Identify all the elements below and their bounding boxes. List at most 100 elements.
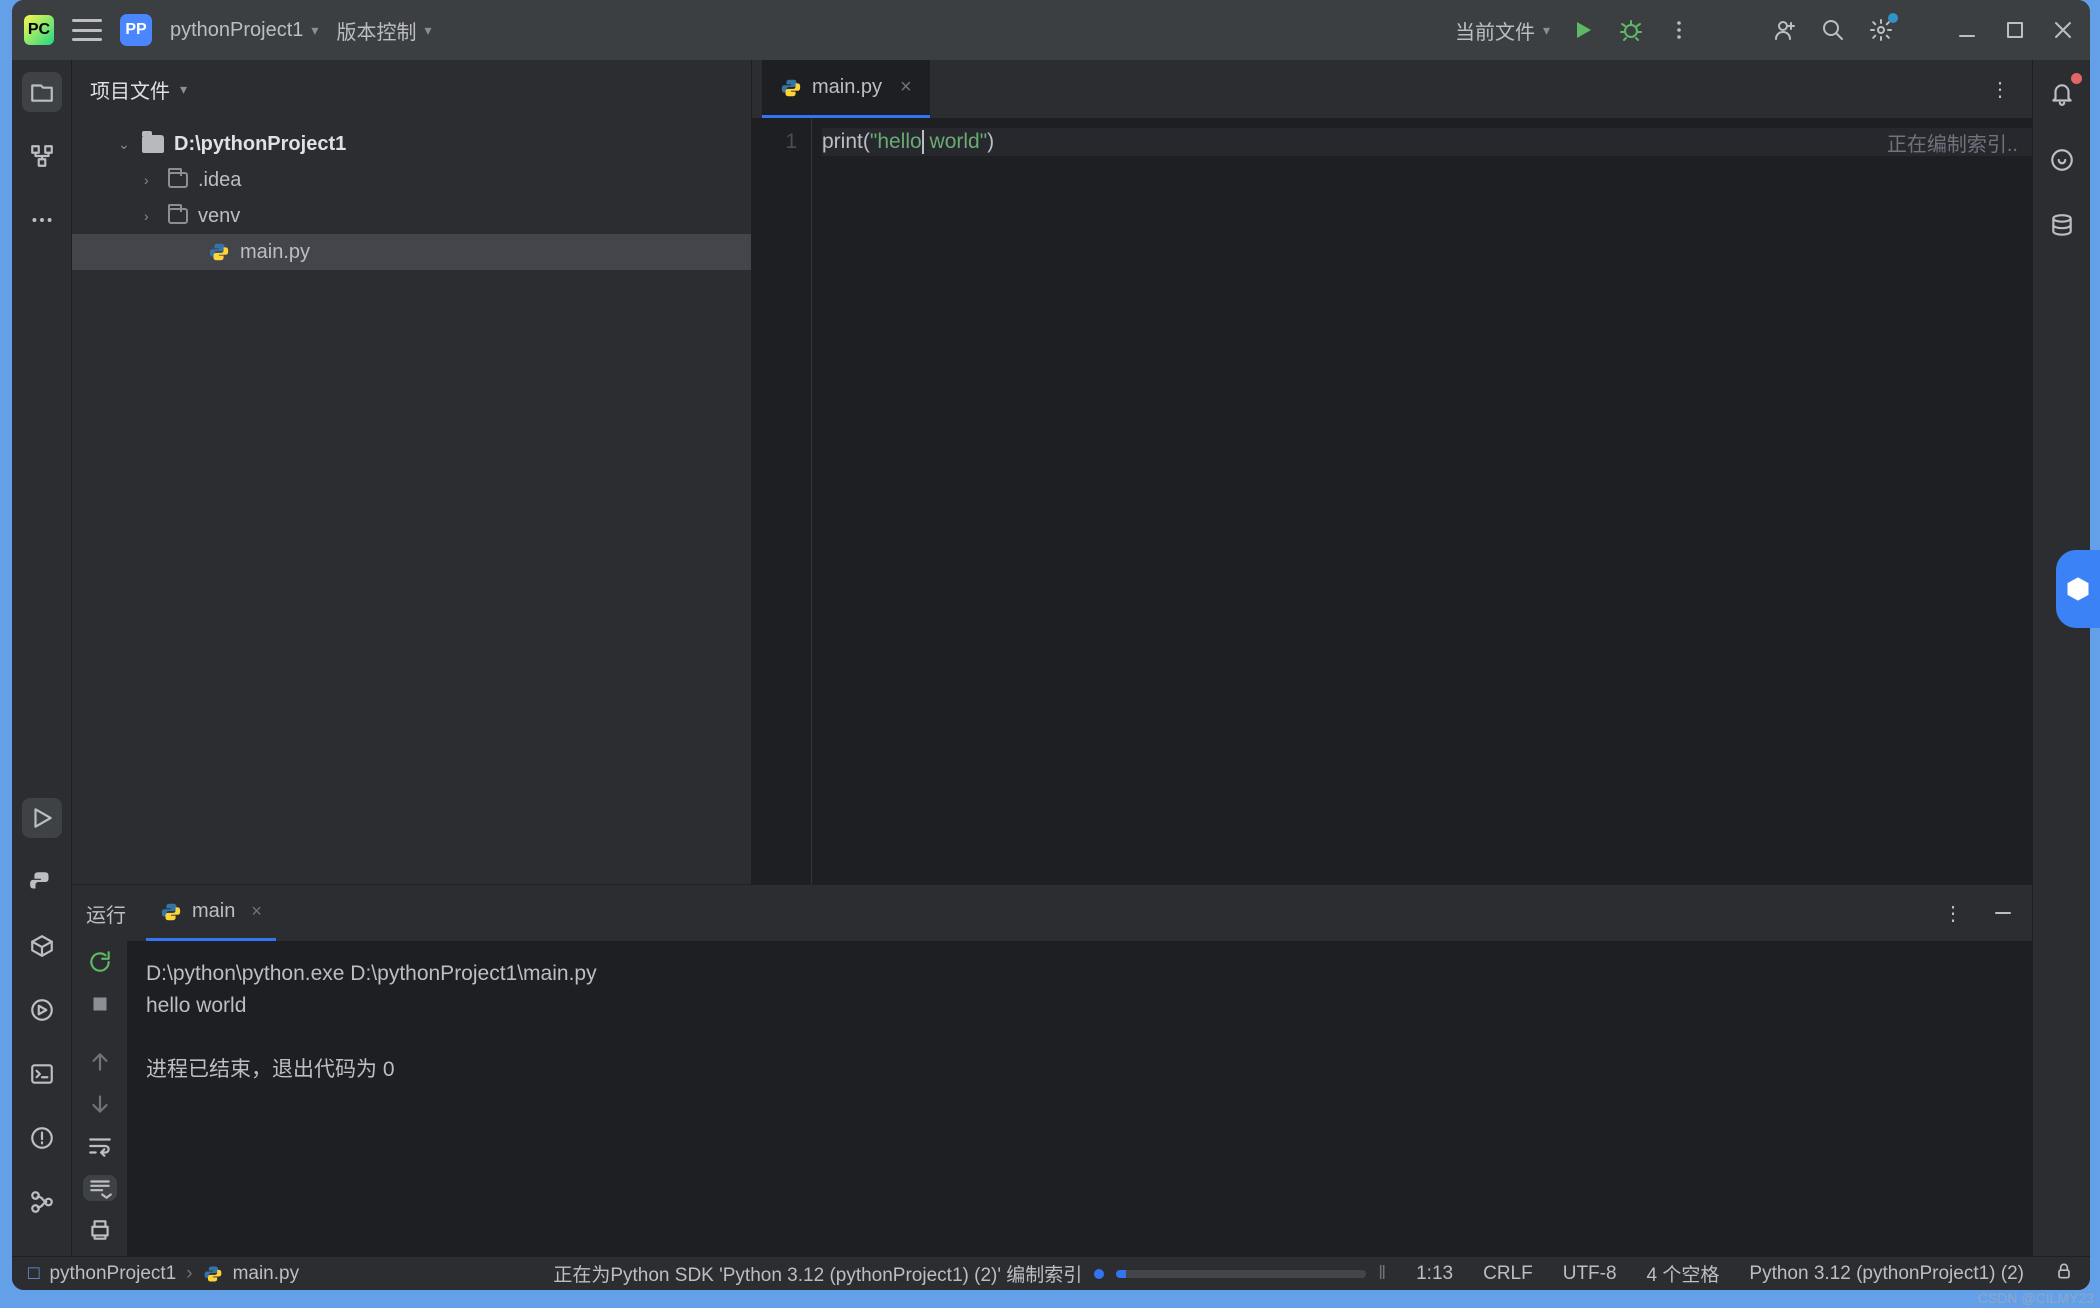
breadcrumb[interactable]: □ pythonProject1 › main.py <box>28 1263 299 1285</box>
soft-wrap-button[interactable] <box>83 1133 117 1159</box>
stop-button[interactable] <box>83 991 117 1017</box>
folder-icon <box>142 135 164 153</box>
chevron-right-icon: › <box>144 172 158 188</box>
token-string: world" <box>924 130 987 153</box>
run-instance-tab[interactable]: main × <box>146 885 276 941</box>
print-button[interactable] <box>83 1217 117 1243</box>
status-encoding[interactable]: UTF-8 <box>1563 1263 1617 1285</box>
titlebar: PC PP pythonProject1 ▾ 版本控制 ▾ 当前文件 ▾ <box>12 0 2090 60</box>
editor-tab-label: main.py <box>812 76 882 99</box>
breadcrumb-root: pythonProject1 <box>49 1263 176 1285</box>
code-pane[interactable]: print("hello world") 正在编制索引.. <box>812 118 2032 884</box>
minimize-button[interactable] <box>1952 15 1982 45</box>
close-tab-icon[interactable]: × <box>251 901 262 922</box>
status-interpreter[interactable]: Python 3.12 (pythonProject1) (2) <box>1749 1263 2024 1285</box>
run-panel-title: 运行 <box>86 899 126 928</box>
progress-bar <box>1116 1270 1366 1278</box>
pycharm-logo-icon[interactable]: PC <box>24 15 54 45</box>
indexing-progress[interactable]: 正在为Python SDK 'Python 3.12 (pythonProjec… <box>553 1260 1386 1287</box>
indexing-overlay: 正在编制索引.. <box>1887 128 2018 157</box>
debug-button[interactable] <box>1616 15 1646 45</box>
python-file-icon <box>160 901 182 923</box>
status-bar: □ pythonProject1 › main.py 正在为Python SDK… <box>12 1256 2090 1290</box>
python-file-icon <box>203 1264 223 1284</box>
close-tab-icon[interactable]: × <box>900 76 912 99</box>
close-button[interactable] <box>2048 15 2078 45</box>
chevron-down-icon: ▾ <box>1543 22 1550 39</box>
project-tree: ⌄ D:\pythonProject1 › .idea › ven <box>72 118 751 884</box>
tree-file-selected[interactable]: main.py <box>72 234 751 270</box>
code-line[interactable]: print("hello world") <box>822 128 2032 156</box>
database-tool-button[interactable] <box>2042 206 2082 246</box>
ai-assistant-button[interactable] <box>2042 140 2082 180</box>
python-console-button[interactable] <box>22 862 62 902</box>
settings-button[interactable] <box>1866 15 1896 45</box>
run-config-dropdown[interactable]: 当前文件 ▾ <box>1455 16 1550 45</box>
run-options-button[interactable]: ⋮ <box>1938 898 1968 928</box>
editor-content[interactable]: 1 print("hello world") 正在编制索引.. <box>752 118 2032 884</box>
terminal-tool-button[interactable] <box>22 1054 62 1094</box>
rerun-button[interactable] <box>83 949 117 975</box>
menu-button[interactable] <box>72 19 102 41</box>
vcs-label: 版本控制 <box>336 16 416 45</box>
status-position[interactable]: 1:13 <box>1416 1263 1453 1285</box>
project-name: pythonProject1 <box>170 19 303 42</box>
project-dropdown[interactable]: pythonProject1 ▾ <box>170 19 318 42</box>
token-paren: ) <box>987 130 994 153</box>
notifications-button[interactable] <box>2042 74 2082 114</box>
status-indent[interactable]: 4 个空格 <box>1647 1260 1720 1287</box>
ide-window: PC PP pythonProject1 ▾ 版本控制 ▾ 当前文件 ▾ <box>12 0 2090 1290</box>
run-body: D:\python\python.exe D:\pythonProject1\m… <box>72 941 2032 1256</box>
upper-row: 项目文件 ▾ ⌄ D:\pythonProject1 › .idea <box>72 60 2032 884</box>
structure-tool-button[interactable] <box>22 136 62 176</box>
more-tool-button[interactable] <box>22 200 62 240</box>
console-line: hello world <box>146 990 2014 1022</box>
vcs-tool-button[interactable] <box>22 1182 62 1222</box>
search-button[interactable] <box>1818 15 1848 45</box>
run-config-label: 当前文件 <box>1455 16 1535 45</box>
maximize-button[interactable] <box>2000 15 2030 45</box>
collaborate-button[interactable] <box>1770 15 1800 45</box>
services-tool-button[interactable] <box>22 990 62 1030</box>
run-action-strip <box>72 941 128 1256</box>
up-button[interactable] <box>83 1049 117 1075</box>
token-string: "hello <box>870 130 922 153</box>
status-eol[interactable]: CRLF <box>1483 1263 1533 1285</box>
pause-icon[interactable]: ‖ <box>1378 1263 1386 1285</box>
project-panel-title: 项目文件 <box>90 75 170 104</box>
chevron-down-icon: ⌄ <box>118 136 132 153</box>
indexing-label: 正在为Python SDK 'Python 3.12 (pythonProjec… <box>553 1260 1082 1287</box>
ide-body: 项目文件 ▾ ⌄ D:\pythonProject1 › .idea <box>12 60 2090 1256</box>
project-tool-button[interactable] <box>22 72 62 112</box>
python-file-icon <box>780 77 802 99</box>
project-badge[interactable]: PP <box>120 14 152 46</box>
problems-tool-button[interactable] <box>22 1118 62 1158</box>
editor-tab-strip: main.py × ⋮ <box>752 60 2032 118</box>
minimize-panel-button[interactable] <box>1988 898 2018 928</box>
tree-root[interactable]: ⌄ D:\pythonProject1 <box>72 126 751 162</box>
down-button[interactable] <box>83 1091 117 1117</box>
readonly-toggle-icon[interactable] <box>2054 1261 2074 1287</box>
run-button[interactable] <box>1568 15 1598 45</box>
watermark: CSDN @CILMY23 <box>1978 1290 2094 1306</box>
floating-widget[interactable] <box>2056 550 2100 628</box>
editor-tab[interactable]: main.py × <box>762 60 930 118</box>
scroll-end-button[interactable] <box>83 1175 117 1201</box>
packages-tool-button[interactable] <box>22 926 62 966</box>
project-panel-header[interactable]: 项目文件 ▾ <box>72 60 751 118</box>
console-line: D:\python\python.exe D:\pythonProject1\m… <box>146 958 2014 990</box>
run-console[interactable]: D:\python\python.exe D:\pythonProject1\m… <box>128 941 2032 1256</box>
tree-folder[interactable]: › .idea <box>72 162 751 198</box>
more-actions-button[interactable] <box>1664 15 1694 45</box>
folder-icon <box>168 172 188 188</box>
tree-folder-label: .idea <box>198 169 241 192</box>
vcs-dropdown[interactable]: 版本控制 ▾ <box>336 16 431 45</box>
chevron-right-icon: › <box>144 208 158 224</box>
project-panel: 项目文件 ▾ ⌄ D:\pythonProject1 › .idea <box>72 60 752 884</box>
tree-folder-label: venv <box>198 205 240 228</box>
tree-file-label: main.py <box>240 241 310 264</box>
right-tool-strip <box>2032 60 2090 1256</box>
tree-folder[interactable]: › venv <box>72 198 751 234</box>
editor-more-button[interactable]: ⋮ <box>1978 60 2022 118</box>
run-tool-button[interactable] <box>22 798 62 838</box>
